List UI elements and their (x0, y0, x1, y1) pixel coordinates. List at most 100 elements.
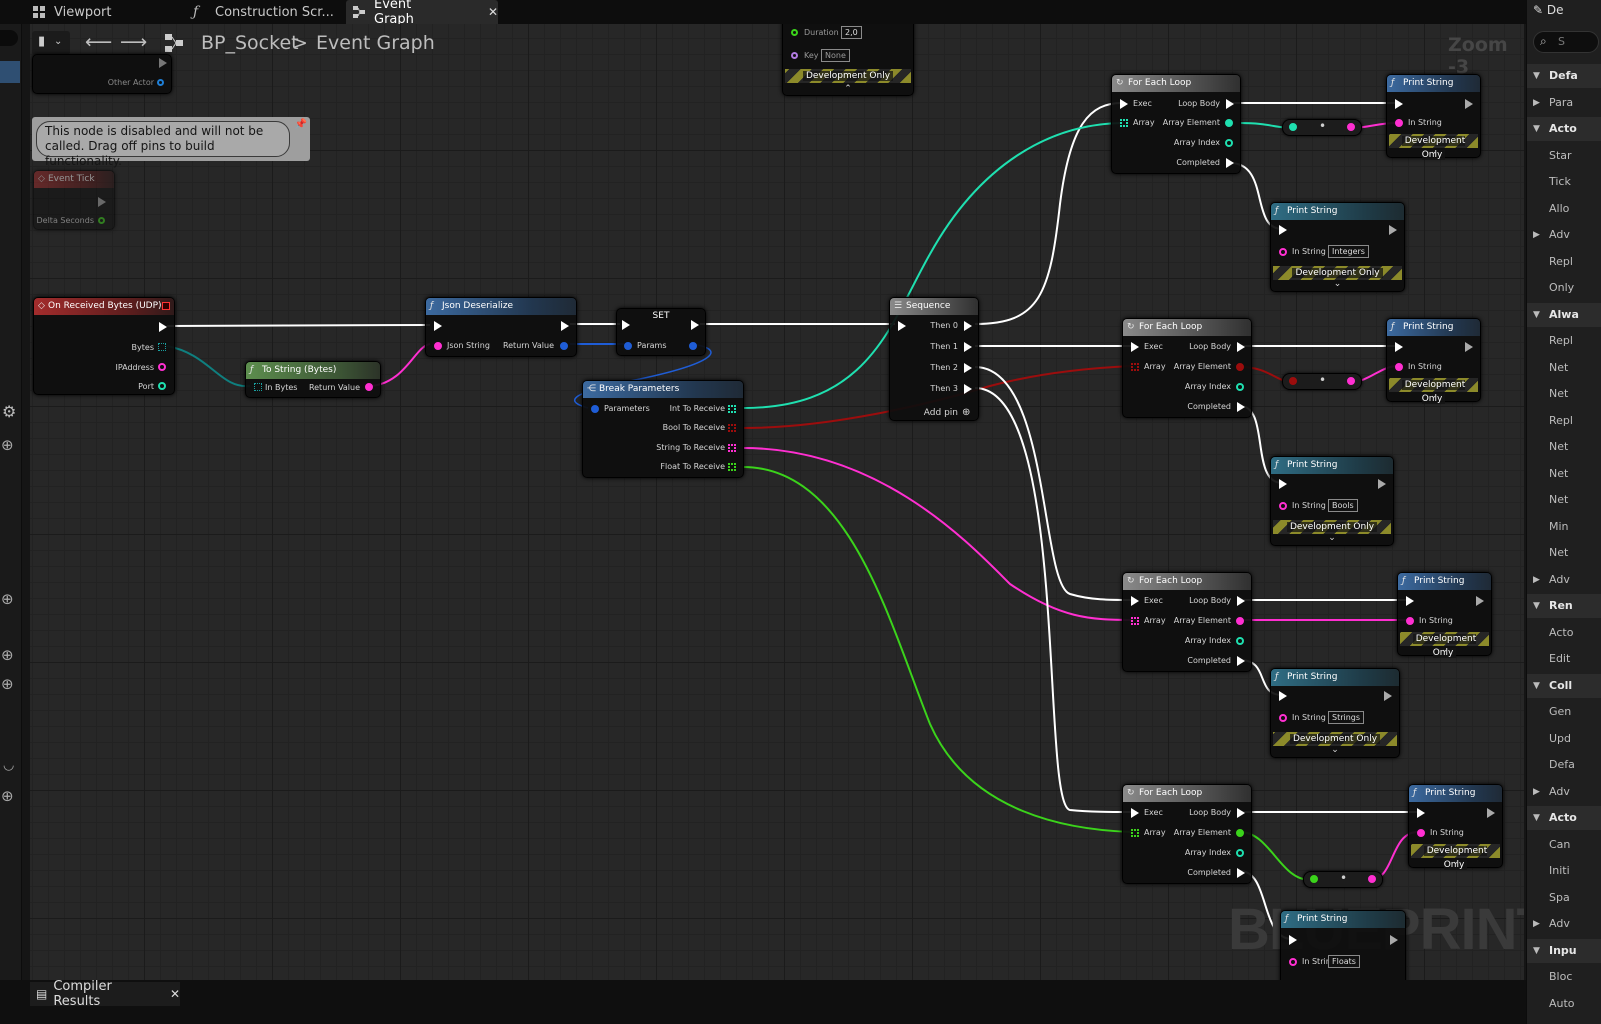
pin-in[interactable] (1289, 377, 1297, 385)
exec-pin-completed[interactable] (1237, 656, 1245, 666)
pin-bool-array[interactable] (728, 424, 736, 432)
conversion-node-float-to-string[interactable]: • (1303, 871, 1383, 888)
exec-pin-in[interactable] (1131, 808, 1139, 818)
pin-in-string[interactable] (1417, 829, 1425, 837)
expand-chevron-icon[interactable]: ⌄ (1387, 391, 1480, 401)
details-property-row[interactable]: ▶ Adv (1527, 780, 1601, 804)
pin-bytes[interactable] (158, 343, 166, 351)
details-section-header[interactable]: ▼ Acto (1527, 117, 1601, 141)
key-field[interactable]: None (821, 49, 850, 62)
details-property-row[interactable]: Acto (1527, 621, 1601, 645)
exec-pin-in[interactable] (1289, 935, 1297, 945)
details-property-row[interactable]: Tick (1527, 170, 1601, 194)
pin-other-actor[interactable] (157, 79, 164, 86)
event-graph-canvas[interactable]: ▮ ⌄ ⟵ ⟶ BP_Socket > Event Graph Zoom -3 … (30, 24, 1524, 980)
expand-chevron-icon[interactable]: ⌄ (1271, 745, 1399, 755)
exec-pin-out[interactable] (1390, 935, 1398, 945)
pin-array-element[interactable] (1225, 119, 1233, 127)
details-property-row[interactable]: Min (1527, 515, 1601, 539)
exec-pin-out[interactable] (1487, 808, 1495, 818)
exec-pin-in[interactable] (1131, 342, 1139, 352)
pin-params-in[interactable] (624, 342, 632, 350)
details-property-row[interactable]: Spa (1527, 886, 1601, 910)
tab-event-graph[interactable]: Event Graph ✕ (346, 0, 498, 27)
forward-arrow-icon[interactable]: ⟶ (120, 31, 147, 53)
exec-pin-out[interactable] (159, 322, 167, 332)
exec-pin-in[interactable] (1279, 691, 1287, 701)
exec-pin-in[interactable] (1120, 99, 1128, 109)
pin-delta-seconds[interactable] (98, 217, 105, 224)
details-section-header[interactable]: ▼ Inpu (1527, 938, 1601, 963)
details-search-input[interactable]: ⌕ S (1533, 31, 1599, 53)
exec-pin-loop-body[interactable] (1237, 596, 1245, 606)
pin-array[interactable] (1131, 829, 1139, 837)
pin-in-string[interactable] (1395, 363, 1403, 371)
node-break-parameters[interactable]: ⋲ Break Parameters Parameters Int To Rece… (582, 380, 744, 478)
details-property-row[interactable]: Repl (1527, 250, 1601, 274)
pin-return-value[interactable] (560, 342, 568, 350)
exec-pin-in[interactable] (1417, 808, 1425, 818)
in-string-value[interactable]: Strings (1328, 711, 1365, 724)
exec-pin-then-0[interactable] (964, 321, 972, 331)
details-property-row[interactable]: Bloc (1527, 965, 1601, 989)
tab-viewport[interactable]: Viewport (32, 0, 182, 24)
left-selected-item[interactable] (0, 61, 20, 83)
gear-icon[interactable]: ⚙ (2, 402, 16, 421)
pin-return-value[interactable] (365, 383, 373, 391)
node-print-string-float[interactable]: ƒ Print String In String Development Only… (1408, 784, 1503, 870)
exec-pin-then-2[interactable] (964, 363, 972, 373)
exec-pin-in[interactable] (898, 321, 906, 331)
pin-duration[interactable] (791, 29, 798, 36)
pin-parameters[interactable] (591, 405, 599, 413)
details-property-row[interactable]: Edit (1527, 647, 1601, 671)
in-string-value[interactable]: Bools (1328, 499, 1358, 512)
exec-pin-in[interactable] (1279, 479, 1287, 489)
add-pin-icon[interactable]: ⊕ (962, 407, 970, 418)
pin-array-element[interactable] (1236, 617, 1244, 625)
pin-array-index[interactable] (1225, 139, 1233, 147)
exec-pin-out[interactable] (561, 321, 569, 331)
details-property-row[interactable]: Net (1527, 382, 1601, 406)
details-property-row[interactable]: Net (1527, 462, 1601, 486)
close-tab-icon[interactable]: ✕ (170, 987, 180, 1001)
details-property-row[interactable]: ▶ Adv (1527, 223, 1601, 247)
expand-chevron-icon[interactable]: ⌄ (1271, 279, 1404, 289)
exec-pin-in[interactable] (1406, 596, 1414, 606)
pin-icon[interactable]: 📌 (295, 119, 307, 130)
exec-pin-out[interactable] (1389, 225, 1397, 235)
expand-chevron-icon[interactable]: ⌄ (1409, 857, 1502, 867)
pin-in-string[interactable] (1279, 248, 1287, 256)
add-circle-icon[interactable]: ⊕ (1, 787, 14, 805)
pin-array[interactable] (1120, 119, 1128, 127)
details-property-row[interactable]: Defa (1527, 753, 1601, 777)
node-event-tick[interactable]: ◇ Event Tick Delta Seconds (33, 170, 115, 230)
exec-pin-completed[interactable] (1237, 868, 1245, 878)
delegate-pin[interactable] (162, 302, 170, 310)
details-property-row[interactable]: ▶ Para (1527, 91, 1601, 115)
expand-chevron-icon[interactable]: ⌃ (783, 84, 913, 94)
add-pin-button[interactable]: Add pin (924, 408, 958, 418)
breadcrumb-blueprint[interactable]: BP_Socket (201, 32, 299, 54)
node-sequence[interactable]: ☰ Sequence Then 0 Then 1 Then 2 Then 3 Ad… (889, 297, 979, 421)
back-arrow-icon[interactable]: ⟵ (85, 31, 112, 53)
details-property-row[interactable]: ▶ Adv (1527, 568, 1601, 592)
tab-compiler-results[interactable]: ▤ Compiler Results ✕ (30, 979, 180, 1009)
exec-pin-out[interactable] (691, 320, 699, 330)
details-property-row[interactable]: Upd (1527, 727, 1601, 751)
exec-pin-loop-body[interactable] (1237, 342, 1245, 352)
exec-pin-out[interactable] (159, 58, 167, 68)
node-for-each-loop-bool[interactable]: ↻ For Each Loop Exec Loop Body Array Arra… (1122, 318, 1252, 418)
pin-ipaddress[interactable] (158, 363, 166, 371)
node-print-string-floats[interactable]: ƒ Print String In String Floats (1280, 910, 1406, 980)
details-section-header[interactable]: ▼ Ren (1527, 594, 1601, 618)
exec-pin-in[interactable] (622, 320, 630, 330)
pin-in-string[interactable] (1406, 617, 1414, 625)
details-property-row[interactable]: ▶ Adv (1527, 912, 1601, 936)
pin-port[interactable] (158, 382, 166, 390)
in-string-value[interactable]: Integers (1328, 245, 1369, 258)
conversion-node-bool-to-string[interactable]: • (1282, 373, 1362, 390)
exec-pin-then-3[interactable] (964, 384, 972, 394)
node-print-string-bools[interactable]: ƒ Print String In String Bools Developmen… (1270, 456, 1394, 546)
node-for-each-loop-float[interactable]: ↻ For Each Loop Exec Loop Body Array Arra… (1122, 784, 1252, 884)
details-section-header[interactable]: ▼ Acto (1527, 806, 1601, 830)
